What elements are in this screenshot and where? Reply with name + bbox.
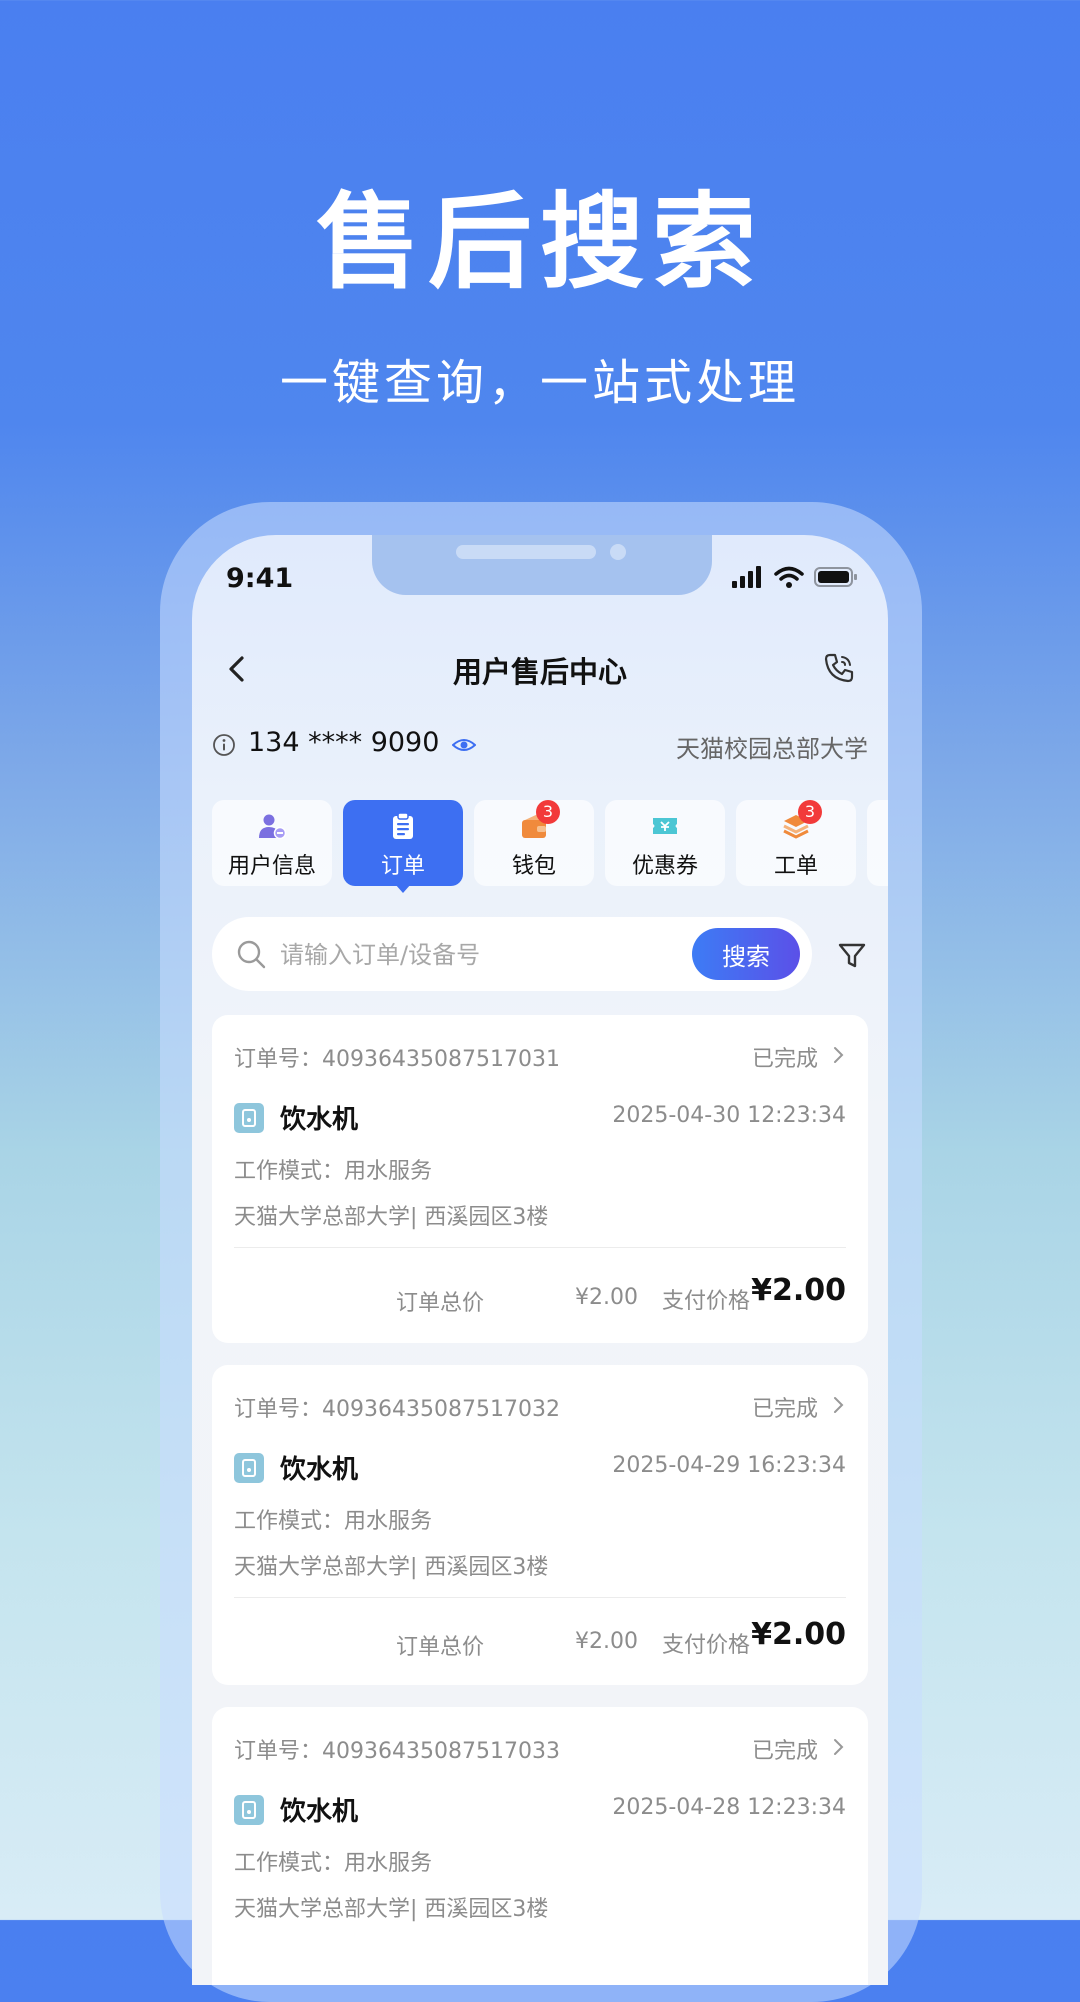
info-icon — [213, 734, 235, 756]
user-info-icon — [259, 814, 286, 840]
hero-title: 售后搜索 — [315, 181, 764, 303]
tab-order[interactable]: 订单 — [343, 800, 463, 893]
nav-bar: 用户售后中心 — [192, 635, 888, 701]
order-number: 订单号：40936435087517031 — [234, 1047, 560, 1072]
pay-price: ¥2.00 — [751, 1273, 846, 1308]
order-card[interactable]: 订单号：40936435087517032 已完成 饮水机 2025-04-29… — [212, 1365, 868, 1685]
order-status: 已完成 — [751, 1739, 818, 1764]
tab-label: 工单 — [773, 854, 818, 879]
water-dispenser-icon — [234, 1103, 264, 1133]
speaker-grille — [456, 545, 596, 559]
status-icons — [732, 565, 858, 589]
divider — [234, 1247, 846, 1248]
pay-price: ¥2.00 — [751, 1617, 846, 1652]
order-time: 2025-04-30 12:23:34 — [612, 1103, 846, 1128]
total-price: ¥2.00 — [575, 1629, 638, 1654]
device-name: 饮水机 — [280, 1455, 359, 1485]
category-tabs: 用户信息 订单 3 钱包 优惠券 3 工单 — [212, 800, 888, 893]
eye-icon[interactable] — [452, 735, 476, 755]
tab-more-partial[interactable] — [867, 800, 888, 886]
device-name: 饮水机 — [280, 1105, 359, 1135]
signal-icon — [732, 566, 761, 588]
order-time: 2025-04-28 12:23:34 — [612, 1795, 846, 1820]
search-bar: 搜索 — [212, 917, 812, 991]
work-mode: 工作模式：用水服务 — [234, 1159, 433, 1184]
order-card[interactable]: 订单号：40936435087517031 已完成 饮水机 2025-04-30… — [212, 1015, 868, 1343]
order-clipboard-icon — [393, 812, 413, 839]
total-label: 订单总价 — [395, 1635, 484, 1660]
tab-user-info[interactable]: 用户信息 — [212, 800, 332, 886]
chevron-right-icon[interactable] — [830, 1045, 846, 1065]
user-school: 天猫校园总部大学 — [676, 735, 868, 763]
divider — [234, 1597, 846, 1598]
active-tab-indicator — [395, 884, 411, 893]
wifi-icon — [774, 566, 804, 588]
phone-screen: 9:41 用户售后中心 134 **** 9090 天猫校园总部大学 用户信息 … — [192, 535, 888, 1985]
phone-notch — [372, 535, 712, 595]
tab-work-order[interactable]: 3 工单 — [736, 800, 856, 886]
tab-wallet[interactable]: 3 钱包 — [474, 800, 594, 886]
water-dispenser-icon — [234, 1453, 264, 1483]
device-name: 饮水机 — [280, 1797, 359, 1827]
device-location: 天猫大学总部大学| 西溪园区3楼 — [234, 1897, 549, 1922]
total-label: 订单总价 — [395, 1291, 484, 1316]
order-number: 订单号：40936435087517033 — [234, 1739, 560, 1764]
status-time: 9:41 — [226, 563, 294, 594]
user-info-row: 134 **** 9090 天猫校园总部大学 — [212, 725, 868, 767]
work-mode: 工作模式：用水服务 — [234, 1851, 433, 1876]
pay-label: 支付价格 — [661, 1289, 750, 1314]
pay-label: 支付价格 — [661, 1633, 750, 1658]
chevron-right-icon[interactable] — [830, 1737, 846, 1757]
tab-coupon[interactable]: 优惠券 — [605, 800, 725, 886]
tab-label: 钱包 — [511, 854, 556, 879]
phone-call-icon[interactable] — [822, 651, 856, 685]
coupon-icon — [653, 818, 677, 834]
user-phone: 134 **** 9090 — [248, 727, 440, 758]
page-title: 用户售后中心 — [452, 655, 627, 689]
battery-icon — [814, 567, 857, 587]
order-card[interactable]: 订单号：40936435087517033 已完成 饮水机 2025-04-28… — [212, 1707, 868, 1985]
total-price: ¥2.00 — [575, 1285, 638, 1310]
search-input[interactable] — [278, 931, 672, 979]
order-status: 已完成 — [751, 1047, 818, 1072]
order-number: 订单号：40936435087517032 — [234, 1397, 560, 1422]
tab-label: 用户信息 — [227, 854, 316, 879]
tab-label: 订单 — [380, 854, 425, 879]
work-mode: 工作模式：用水服务 — [234, 1509, 433, 1534]
search-icon — [237, 940, 266, 969]
hero-subtitle: 一键查询，一站式处理 — [279, 355, 800, 411]
device-location: 天猫大学总部大学| 西溪园区3楼 — [234, 1205, 549, 1230]
water-dispenser-icon — [234, 1795, 264, 1825]
wallet-badge: 3 — [536, 800, 560, 824]
front-camera — [610, 544, 626, 560]
search-button[interactable]: 搜索 — [692, 928, 800, 980]
tab-label: 优惠券 — [631, 854, 698, 879]
chevron-right-icon[interactable] — [830, 1395, 846, 1415]
filter-icon[interactable] — [837, 940, 867, 970]
order-time: 2025-04-29 16:23:34 — [612, 1453, 846, 1478]
order-status: 已完成 — [751, 1397, 818, 1422]
work-order-badge: 3 — [798, 800, 822, 824]
device-location: 天猫大学总部大学| 西溪园区3楼 — [234, 1555, 549, 1580]
